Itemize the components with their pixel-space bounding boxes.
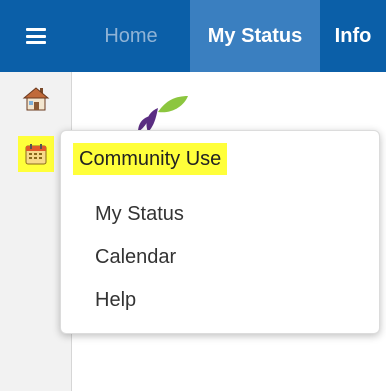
- dropdown-title[interactable]: Community Use: [73, 143, 228, 175]
- menu-item-help[interactable]: Help: [95, 285, 136, 315]
- tab-info[interactable]: Info: [320, 0, 386, 72]
- community-use-nav-item[interactable]: [18, 136, 54, 172]
- calendar-icon: [25, 144, 47, 165]
- hamburger-icon: [26, 28, 46, 44]
- menu-item-calendar[interactable]: Calendar: [95, 242, 176, 272]
- tab-my-status[interactable]: My Status: [190, 0, 320, 72]
- home-icon[interactable]: [22, 86, 50, 112]
- menu-button[interactable]: [0, 0, 72, 72]
- community-use-dropdown: Community Use My Status Calendar Help: [60, 130, 380, 334]
- menu-item-my-status[interactable]: My Status: [95, 199, 184, 229]
- logo: [138, 96, 188, 132]
- tab-home[interactable]: Home: [72, 0, 190, 72]
- top-nav-bar: Home My Status Info: [0, 0, 386, 72]
